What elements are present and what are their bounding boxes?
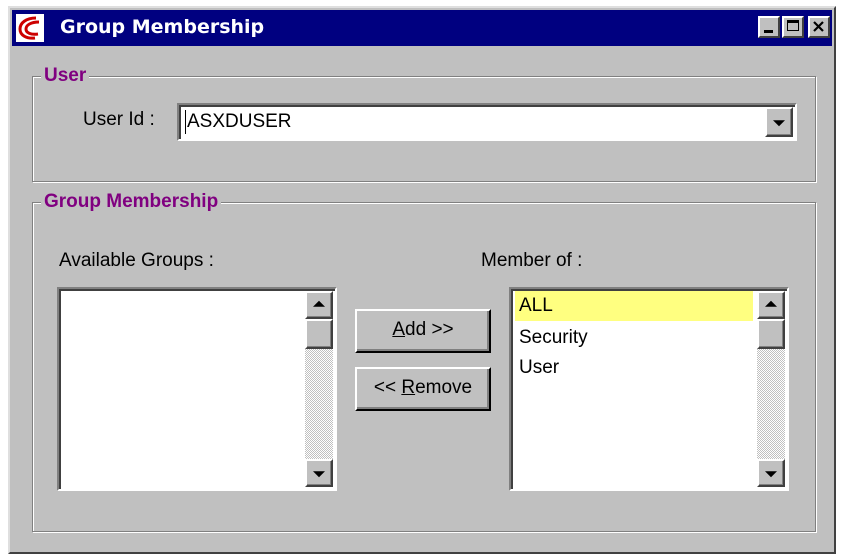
maximize-button[interactable] bbox=[782, 16, 804, 38]
user-id-value: ASXDUSER bbox=[187, 111, 292, 132]
group-membership-groupbox: Group Membership Available Groups : Memb… bbox=[32, 190, 816, 532]
user-id-label: User Id : bbox=[83, 109, 155, 130]
window-title: Group Membership bbox=[60, 16, 265, 38]
available-scroll-up-button[interactable] bbox=[305, 291, 333, 319]
arrow-up-icon bbox=[765, 300, 777, 307]
close-icon bbox=[813, 21, 824, 32]
add-mnemonic: A bbox=[392, 319, 406, 340]
app-logo-icon bbox=[16, 14, 44, 42]
remove-label: emove bbox=[415, 377, 473, 398]
add-button[interactable]: Add >> bbox=[355, 309, 491, 353]
remove-mnemonic: R bbox=[401, 377, 416, 398]
remove-button[interactable]: << Remove bbox=[355, 367, 491, 411]
available-groups-label: Available Groups : bbox=[59, 250, 214, 271]
title-bar[interactable]: Group Membership bbox=[12, 10, 832, 46]
maximize-icon bbox=[787, 20, 799, 31]
user-id-combobox[interactable]: ASXDUSER bbox=[177, 103, 797, 141]
text-caret bbox=[185, 110, 186, 134]
user-id-dropdown-button[interactable] bbox=[765, 107, 793, 137]
available-scroll-thumb[interactable] bbox=[305, 319, 333, 349]
user-groupbox: User User Id : ASXDUSER bbox=[32, 64, 816, 182]
group-membership-window: Group Membership User User Id : ASXDUSER… bbox=[8, 6, 836, 554]
member-scroll-thumb[interactable] bbox=[757, 319, 785, 349]
minimize-icon bbox=[764, 30, 773, 33]
list-item[interactable]: Security bbox=[515, 323, 753, 353]
remove-prefix: << bbox=[373, 377, 402, 398]
member-of-label: Member of : bbox=[481, 250, 583, 271]
member-scroll-down-button[interactable] bbox=[757, 459, 785, 487]
arrow-up-icon bbox=[313, 300, 325, 307]
arrow-down-icon bbox=[313, 471, 325, 478]
available-scroll-down-button[interactable] bbox=[305, 459, 333, 487]
chevron-down-icon bbox=[773, 120, 785, 127]
list-item[interactable]: User bbox=[515, 353, 753, 383]
available-groups-list[interactable] bbox=[57, 287, 337, 491]
member-scroll-up-button[interactable] bbox=[757, 291, 785, 319]
minimize-button[interactable] bbox=[758, 16, 780, 38]
close-button[interactable] bbox=[808, 16, 830, 38]
list-item[interactable]: ALL bbox=[515, 291, 753, 321]
add-label: dd >> bbox=[405, 319, 454, 340]
arrow-down-icon bbox=[765, 471, 777, 478]
member-of-list[interactable]: ALL Security User bbox=[509, 287, 789, 491]
user-group-title: User bbox=[41, 64, 90, 88]
group-membership-title: Group Membership bbox=[41, 190, 222, 214]
